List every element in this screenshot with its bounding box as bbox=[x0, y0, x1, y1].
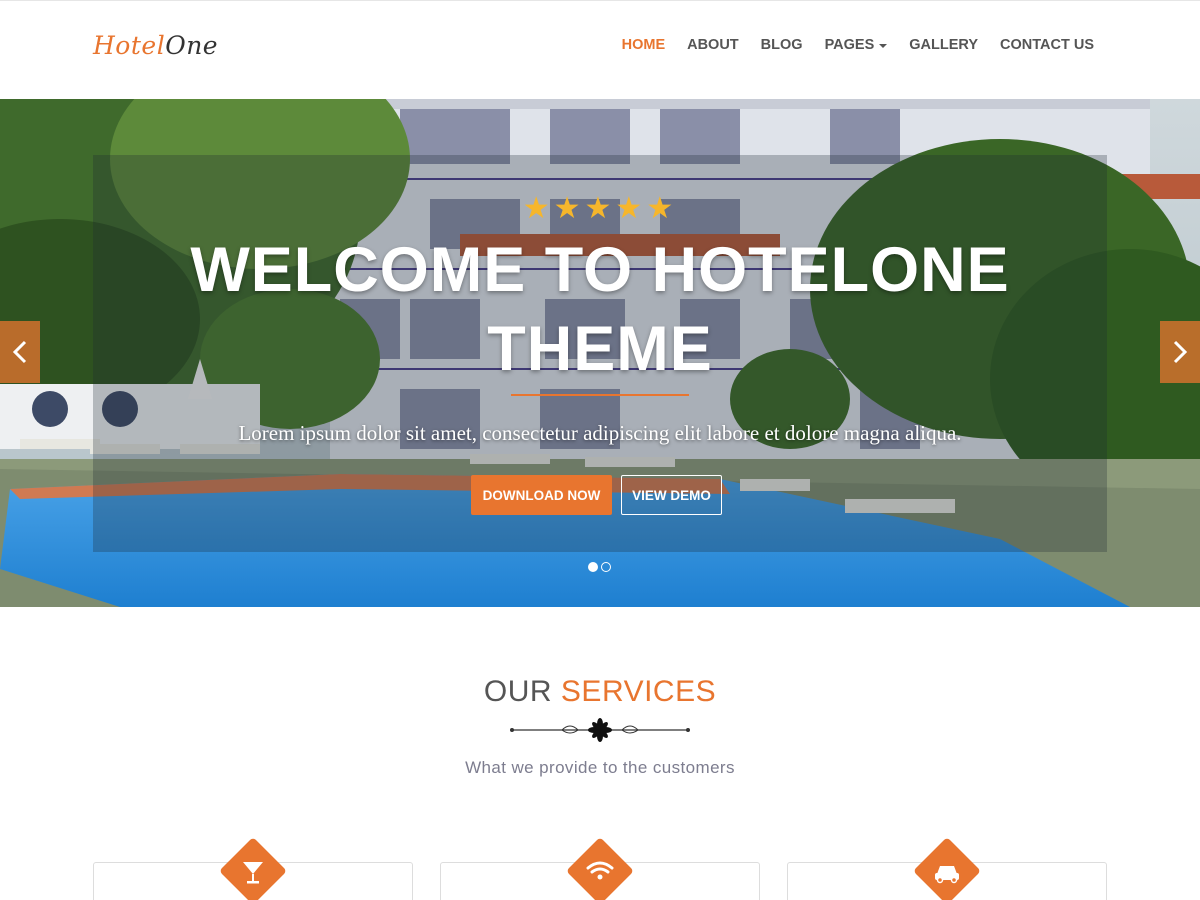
slider-dots bbox=[588, 562, 611, 572]
ornament-divider-icon bbox=[510, 718, 690, 742]
hero-slider: ★★★★★ WELCOME TO HOTELONE THEME Lorem ip… bbox=[0, 99, 1200, 607]
download-now-button[interactable]: DOWNLOAD NOW bbox=[471, 475, 612, 515]
services-subtitle: What we provide to the customers bbox=[465, 758, 735, 777]
slider-dot-2[interactable] bbox=[601, 562, 611, 572]
chevron-right-icon bbox=[1173, 340, 1188, 364]
cocktail-icon bbox=[220, 838, 286, 900]
nav-gallery[interactable]: GALLERY bbox=[909, 37, 978, 53]
nav-pages[interactable]: PAGES bbox=[825, 37, 888, 53]
hero-title: WELCOME TO HOTELONE THEME bbox=[190, 235, 1010, 384]
services-heading-part1: OUR bbox=[483, 675, 553, 708]
nav-contact[interactable]: CONTACT US bbox=[1000, 37, 1094, 53]
nav-pages-label: PAGES bbox=[824, 37, 875, 53]
main-nav: HOME ABOUT BLOG PAGES GALLERY CONTACT US bbox=[600, 37, 1094, 53]
logo-one: One bbox=[165, 31, 219, 60]
view-demo-button[interactable]: VIEW DEMO bbox=[621, 475, 722, 515]
site-header: HotelOne HOME ABOUT BLOG PAGES GALLERY C… bbox=[0, 0, 1200, 99]
slider-dot-1[interactable] bbox=[588, 562, 598, 572]
logo-hotel: Hotel bbox=[93, 31, 166, 60]
nav-blog[interactable]: BLOG bbox=[761, 37, 803, 53]
nav-contact-label: CONTACT US bbox=[1000, 37, 1094, 53]
nav-about-label: ABOUT bbox=[687, 37, 739, 53]
chevron-left-icon bbox=[12, 340, 27, 364]
nav-blog-label: BLOG bbox=[760, 37, 803, 53]
caret-down-icon bbox=[879, 44, 888, 48]
nav-about[interactable]: ABOUT bbox=[687, 37, 739, 53]
site-logo[interactable]: HotelOne bbox=[93, 31, 218, 60]
slider-next-button[interactable] bbox=[1160, 321, 1200, 383]
nav-gallery-label: GALLERY bbox=[909, 37, 979, 53]
nav-home-label: HOME bbox=[621, 37, 666, 53]
hero-subtitle: Lorem ipsum dolor sit amet, consectetur … bbox=[238, 421, 962, 445]
services-heading: OUR SERVICES bbox=[0, 675, 1200, 709]
car-icon bbox=[914, 838, 980, 900]
wifi-icon bbox=[567, 838, 633, 900]
nav-home[interactable]: HOME bbox=[622, 37, 666, 53]
hero-title-underline bbox=[511, 394, 689, 396]
star-rating: ★★★★★ bbox=[522, 192, 678, 225]
slider-prev-button[interactable] bbox=[0, 321, 40, 383]
services-heading-part2: SERVICES bbox=[560, 675, 717, 708]
